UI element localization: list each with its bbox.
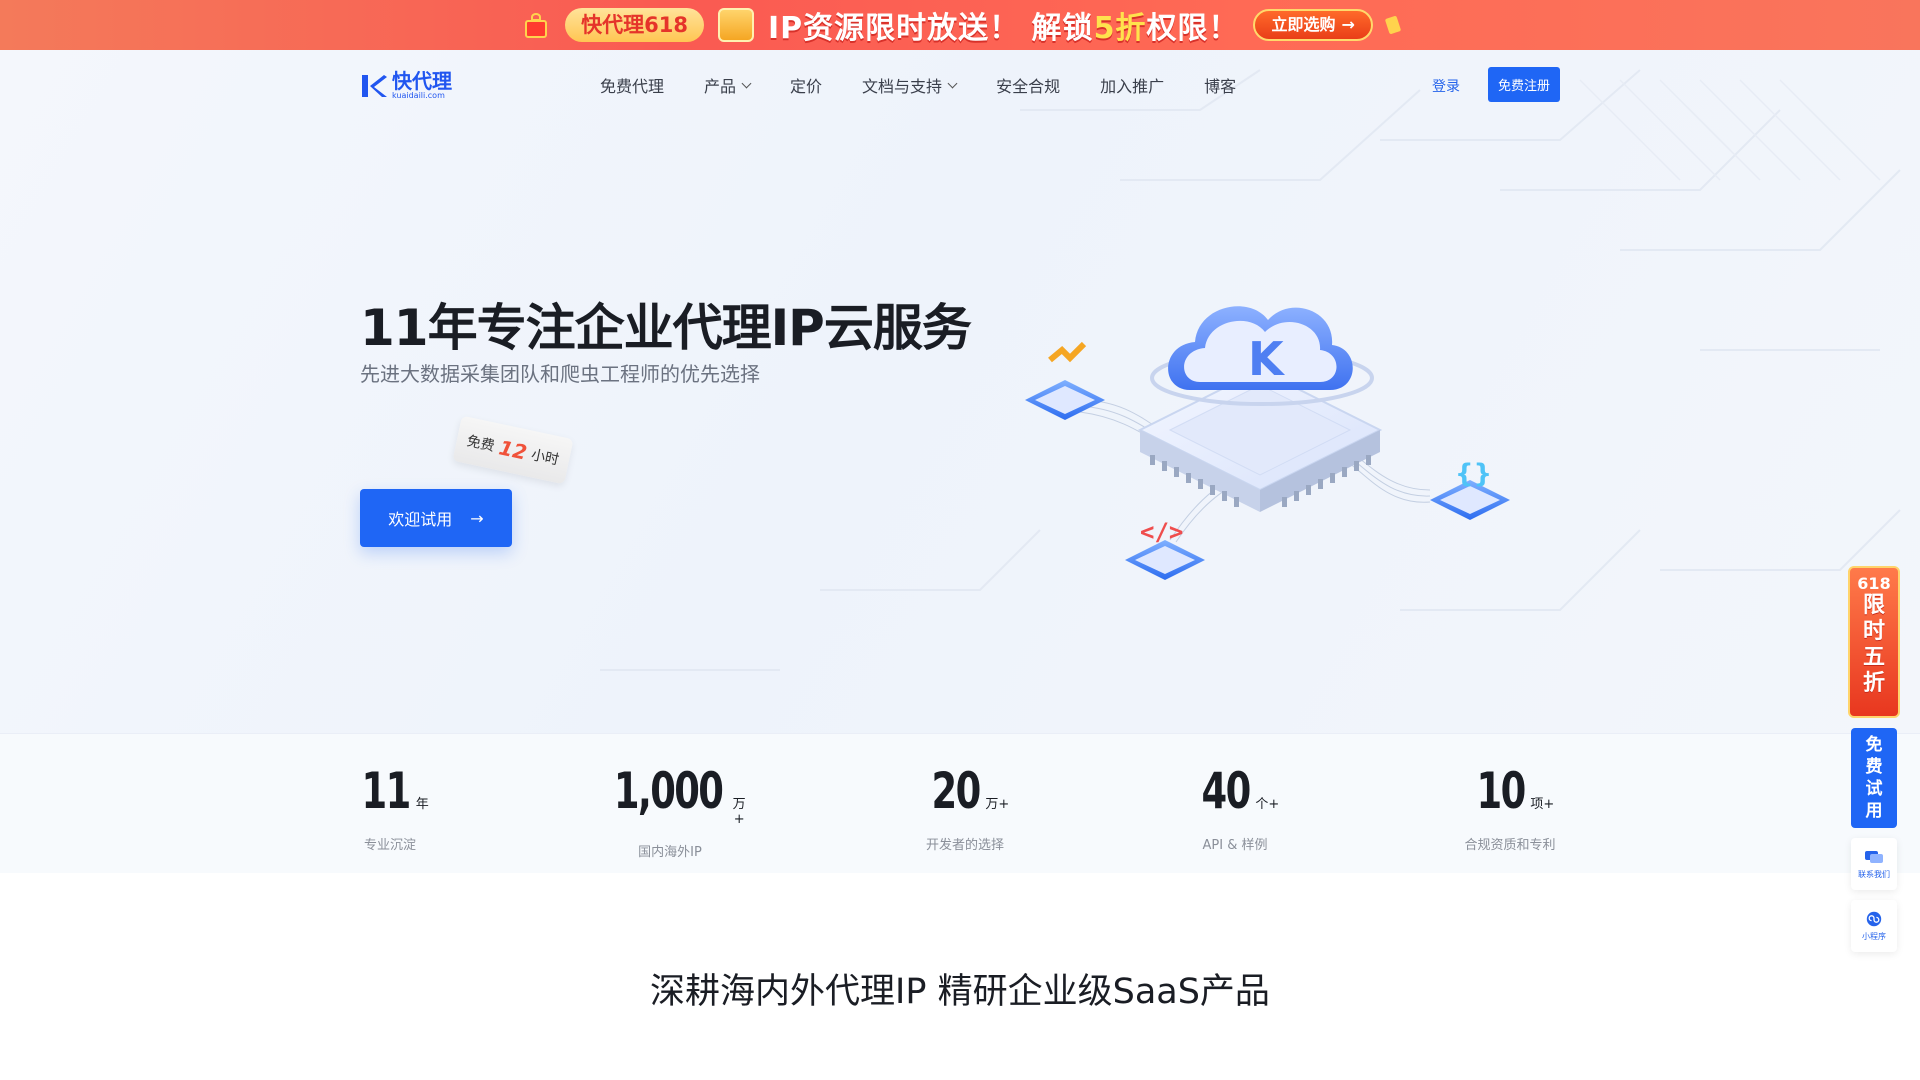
free-tag-suffix: 小时 bbox=[529, 447, 561, 469]
stat-years: 11 年 专业沉淀 bbox=[340, 762, 440, 853]
svg-text:</>: </> bbox=[1140, 518, 1183, 546]
side-trial-char: 免 bbox=[1865, 735, 1883, 755]
stat-unit: 万+ bbox=[985, 797, 1010, 812]
svg-text:K: K bbox=[1248, 332, 1286, 386]
promo-headline: IP资源限时放送！ 解锁5折权限！ bbox=[768, 3, 1239, 47]
nav-pricing-label: 定价 bbox=[790, 77, 823, 96]
stat-developers: 20 万+ 开发者的选择 bbox=[900, 762, 1030, 853]
side-miniapp-button[interactable]: 小程序 bbox=[1851, 900, 1897, 952]
stat-label: 国内海外IP bbox=[638, 845, 702, 860]
promo-headline-highlight: 5折 bbox=[1093, 11, 1147, 46]
nav-blog-label: 博客 bbox=[1204, 77, 1237, 96]
nav-blog[interactable]: 博客 bbox=[1204, 73, 1236, 97]
chevron-down-icon bbox=[947, 78, 958, 88]
nav-products[interactable]: 产品 bbox=[704, 73, 752, 97]
register-button[interactable]: 免费注册 bbox=[1488, 67, 1560, 102]
svg-text:{}: {} bbox=[1455, 459, 1492, 489]
promo-banner[interactable]: 快代理618 IP资源限时放送！ 解锁5折权限！ 立即选购 → bbox=[0, 0, 1920, 50]
nav-products-label: 产品 bbox=[704, 77, 737, 96]
side-ad-char: 五 bbox=[1862, 645, 1885, 670]
try-now-label: 欢迎试用 bbox=[388, 510, 453, 529]
stat-value: 11 bbox=[361, 762, 412, 820]
nav-free-proxy-label: 免费代理 bbox=[600, 77, 665, 96]
stat-value: 10 bbox=[1476, 762, 1526, 820]
stat-value: 20 bbox=[931, 762, 981, 820]
arrow-right-icon: → bbox=[470, 508, 484, 528]
red-packet-icon bbox=[1384, 15, 1402, 35]
stat-label: 开发者的选择 bbox=[925, 838, 1004, 853]
promo-headline-suffix: 权限！ bbox=[1146, 11, 1240, 46]
logo[interactable]: 快代理 kuaidaili.com bbox=[360, 71, 452, 100]
stat-unit: 个+ bbox=[1255, 797, 1280, 812]
hero-title: 11年专注企业代理IP云服务 bbox=[360, 299, 972, 357]
stat-label: 专业沉淀 bbox=[363, 838, 416, 853]
gold-gift-icon bbox=[717, 8, 754, 42]
nav-docs-support[interactable]: 文档与支持 bbox=[862, 73, 958, 97]
section-title: 深耕海内外代理IP 精研企业级SaaS产品 bbox=[650, 972, 1270, 1012]
side-contact-button[interactable]: 联系我们 bbox=[1851, 838, 1897, 890]
chevron-down-icon bbox=[741, 78, 752, 88]
side-trial-char: 试 bbox=[1865, 779, 1883, 799]
arrow-right-icon: → bbox=[1341, 15, 1355, 34]
stat-label: API & 样例 bbox=[1202, 838, 1268, 853]
promo-chip: 快代理618 bbox=[565, 8, 704, 42]
stats-bar: 11 年 专业沉淀 1,000 万+ 国内海外IP 20 万+ 开发者的选择 40 个+… bbox=[0, 733, 1920, 873]
nav-free-proxy[interactable]: 免费代理 bbox=[600, 73, 664, 97]
hero-section: K {} </> bbox=[0, 50, 1920, 733]
promo-buy-button[interactable]: 立即选购 → bbox=[1253, 9, 1373, 41]
side-miniapp-label: 小程序 bbox=[1862, 931, 1886, 941]
chip-cloud-illustration: K {} </> bbox=[1025, 306, 1510, 580]
nav-affiliate[interactable]: 加入推广 bbox=[1100, 73, 1164, 97]
stat-apis: 40 个+ API & 样例 bbox=[1170, 762, 1300, 853]
side-trial-char: 用 bbox=[1865, 801, 1883, 821]
logo-k-icon bbox=[362, 74, 387, 97]
stat-ips: 1,000 万+ 国内海外IP bbox=[590, 762, 750, 860]
side-ad-char: 时 bbox=[1862, 619, 1885, 644]
hero-subtitle: 先进大数据采集团队和爬虫工程师的优先选择 bbox=[360, 362, 760, 386]
side-free-trial-button[interactable]: 免 费 试 用 bbox=[1851, 728, 1897, 828]
circuit-background bbox=[600, 69, 1901, 671]
nav-security-label: 安全合规 bbox=[996, 77, 1061, 96]
nav-pricing[interactable]: 定价 bbox=[790, 73, 822, 97]
mini-program-icon bbox=[1866, 911, 1882, 926]
side-ad-char: 折 bbox=[1862, 671, 1885, 696]
top-navigation: 快代理 kuaidaili.com 免费代理 产品 定价 文档与支持 安全合规 … bbox=[0, 50, 1920, 120]
chat-icon bbox=[1865, 850, 1883, 863]
stat-unit: 年 bbox=[415, 797, 429, 812]
main-menu: 免费代理 产品 定价 文档与支持 安全合规 加入推广 博客 bbox=[600, 50, 1236, 120]
side-ad-char: 限 bbox=[1862, 593, 1885, 618]
nav-security[interactable]: 安全合规 bbox=[996, 73, 1060, 97]
nav-affiliate-label: 加入推广 bbox=[1100, 77, 1165, 96]
promo-headline-prefix: IP资源限时放送！ 解锁 bbox=[767, 11, 1094, 46]
stat-unit: 项+ bbox=[1530, 797, 1555, 812]
logo-name: 快代理 bbox=[392, 69, 452, 93]
stat-unit: 万+ bbox=[732, 797, 746, 827]
side-sale-ad[interactable]: 618 限 时 五 折 bbox=[1848, 566, 1900, 718]
stat-value: 1,000 bbox=[613, 762, 724, 820]
side-contact-label: 联系我们 bbox=[1858, 869, 1890, 879]
free-tag-number: 12 bbox=[496, 435, 530, 465]
stat-patents: 10 项+ 合规资质和专利 bbox=[1440, 762, 1580, 853]
free-tag-prefix: 免费 bbox=[465, 433, 496, 455]
stat-label: 合规资质和专利 bbox=[1464, 838, 1556, 853]
side-trial-char: 费 bbox=[1865, 757, 1883, 777]
gift-icon bbox=[521, 10, 551, 40]
stat-value: 40 bbox=[1201, 762, 1251, 820]
login-link[interactable]: 登录 bbox=[1432, 76, 1460, 96]
nav-docs-support-label: 文档与支持 bbox=[862, 77, 943, 96]
side-ad-618: 618 bbox=[1857, 574, 1891, 593]
try-now-button[interactable]: 欢迎试用 → bbox=[360, 489, 512, 547]
logo-domain: kuaidaili.com bbox=[392, 91, 445, 100]
promo-buy-label: 立即选购 bbox=[1271, 15, 1336, 34]
